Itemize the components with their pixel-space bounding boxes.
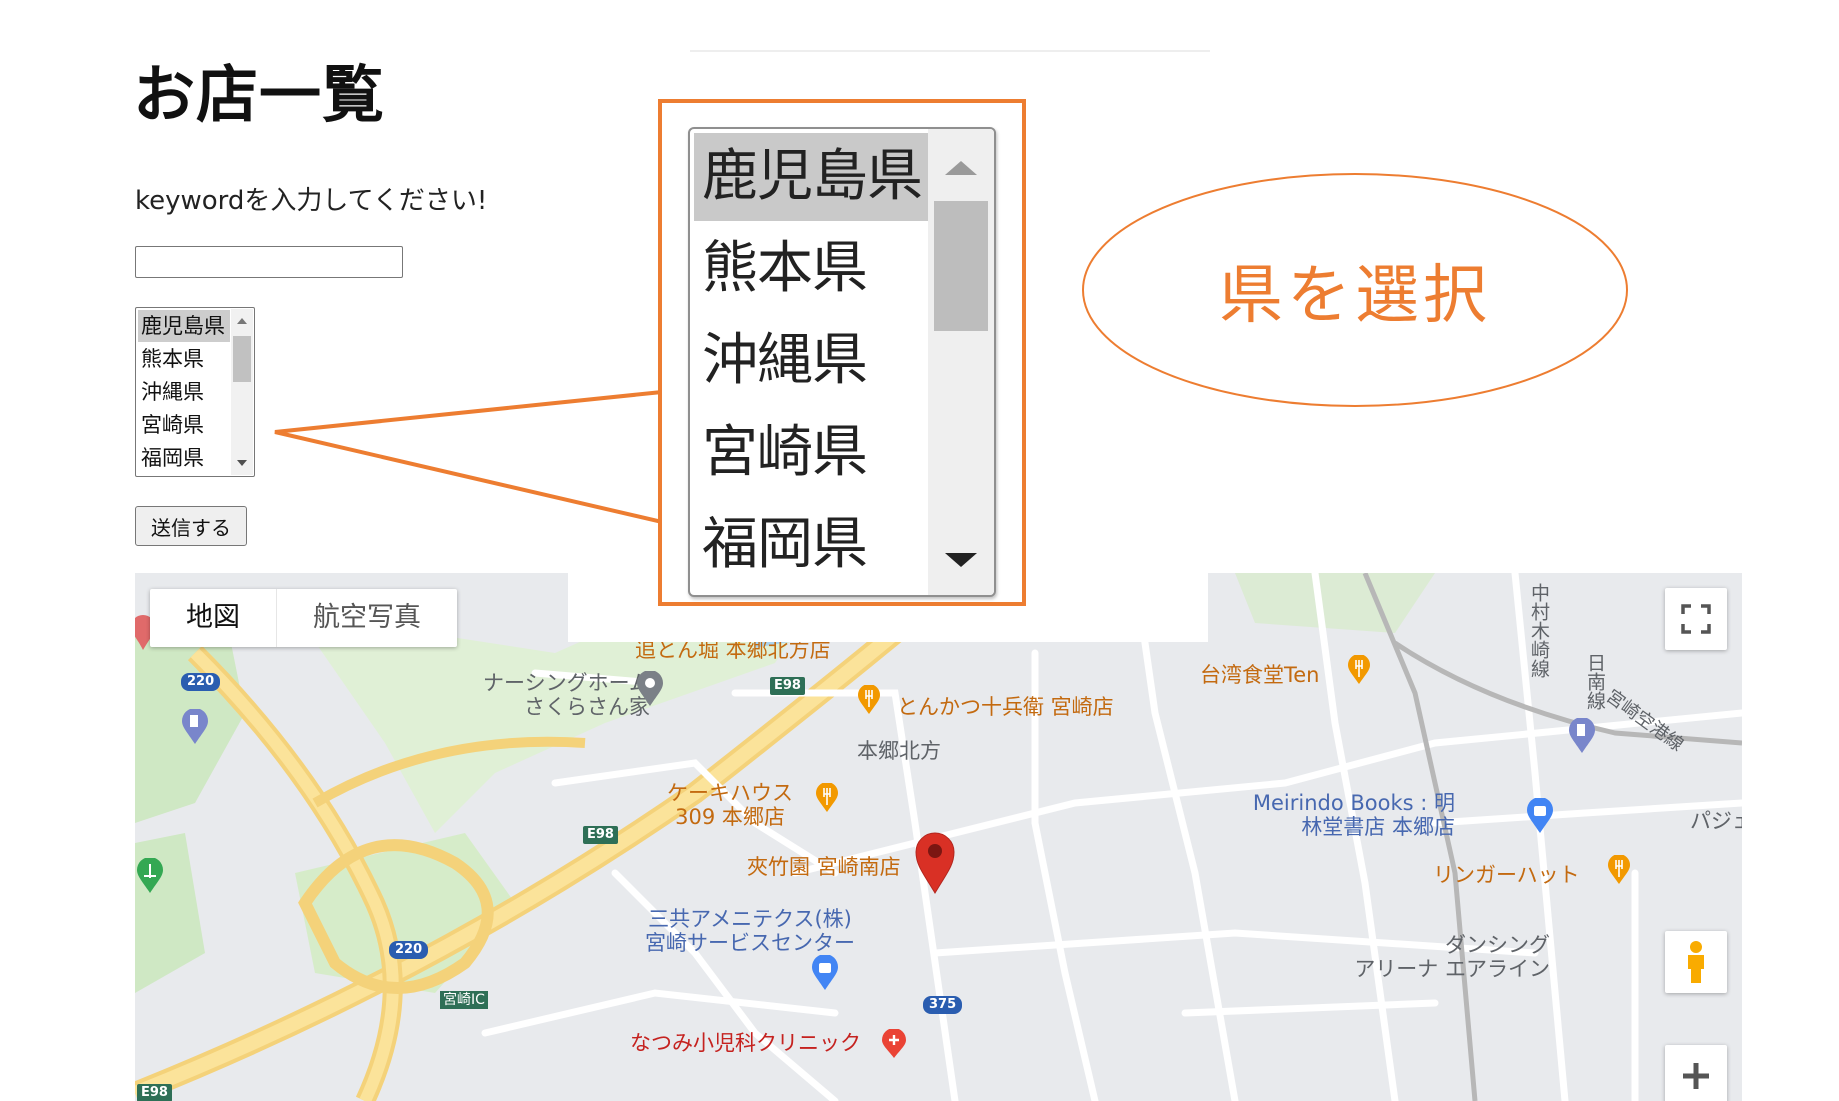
zoomed-scrollbar bbox=[928, 129, 994, 595]
zoomed-option: 福岡県 bbox=[702, 512, 868, 577]
zoomed-prefecture-select: 鹿児島県 熊本県 沖縄県 宮崎県 福岡県 bbox=[688, 127, 996, 597]
scroll-down-arrow-icon bbox=[945, 553, 977, 567]
zoomed-option: 鹿児島県 bbox=[694, 133, 940, 221]
zoomed-scrollbar-thumb bbox=[934, 201, 988, 331]
zoom-callout: 鹿児島県 熊本県 沖縄県 宮崎県 福岡県 bbox=[658, 99, 1026, 606]
zoomed-option: 熊本県 bbox=[702, 236, 868, 301]
scroll-up-arrow-icon bbox=[945, 161, 977, 175]
annotation-label: 県を選択 bbox=[1219, 259, 1491, 333]
zoomed-option: 沖縄県 bbox=[702, 328, 868, 393]
zoomed-option: 宮崎県 bbox=[702, 420, 868, 485]
